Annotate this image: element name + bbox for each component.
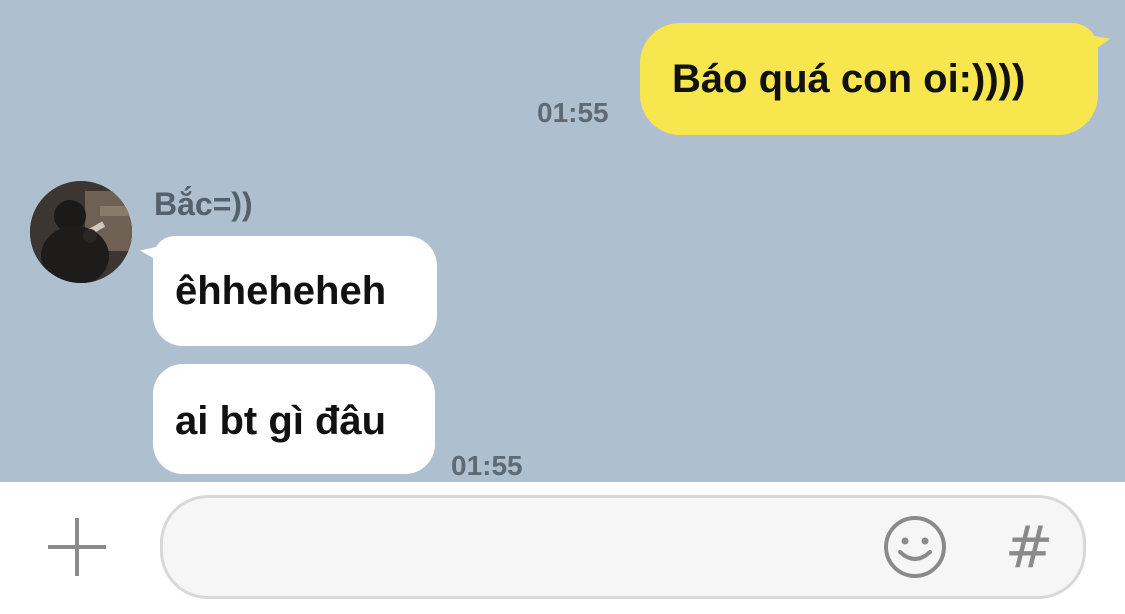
sender-name: Bắc=)) — [154, 186, 253, 222]
chat-area[interactable]: 01:55 Báo quá con oi:)))) Bắc=)) êhheheh… — [0, 0, 1125, 482]
incoming-timestamp: 01:55 — [451, 450, 523, 481]
user-avatar-icon — [30, 181, 132, 283]
emoji-button[interactable] — [882, 514, 948, 580]
incoming-message-bubble[interactable]: ai bt gì đâu — [153, 364, 435, 474]
outgoing-timestamp: 01:55 — [537, 97, 609, 128]
emoji-icon — [884, 516, 946, 578]
hashtag-icon: # — [1004, 513, 1054, 581]
sender-avatar[interactable] — [30, 181, 132, 283]
add-attachment-button[interactable] — [44, 514, 110, 580]
plus-icon — [48, 518, 106, 576]
incoming-message-bubble[interactable]: êhheheheh — [153, 236, 437, 346]
hashtag-button[interactable]: # — [1000, 514, 1058, 580]
outgoing-message-bubble[interactable]: Báo quá con oi:)))) — [640, 23, 1098, 135]
